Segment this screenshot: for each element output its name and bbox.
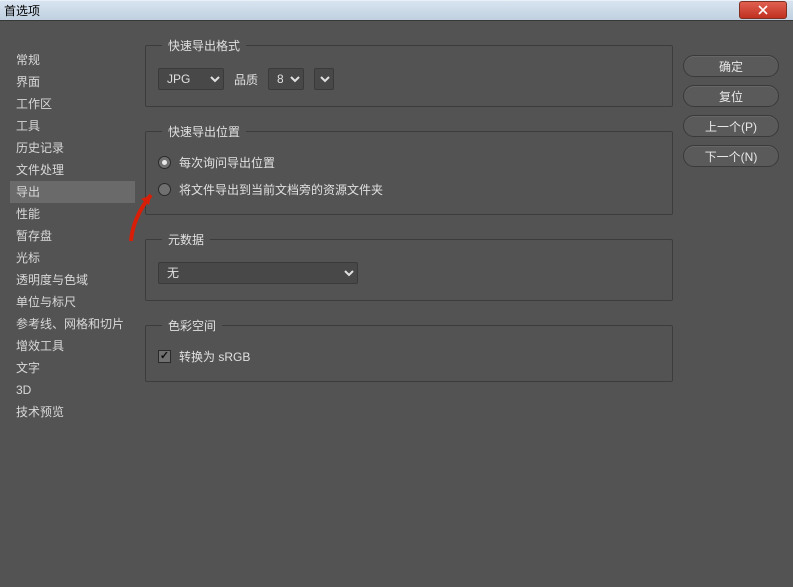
content-panel: 快速导出格式 JPG 品质 85 快速导出位置 每次询问导出位置 将文件导出到当…	[135, 21, 683, 587]
metadata-legend: 元数据	[162, 231, 210, 248]
metadata-select[interactable]: 无	[158, 262, 358, 284]
quick-export-location-panel: 快速导出位置 每次询问导出位置 将文件导出到当前文档旁的资源文件夹	[145, 123, 673, 215]
sidebar-item-workspace[interactable]: 工作区	[10, 93, 135, 115]
sidebar-item-plugins[interactable]: 增效工具	[10, 335, 135, 357]
sidebar: 常规 界面 工作区 工具 历史记录 文件处理 导出 性能 暂存盘 光标 透明度与…	[0, 21, 135, 587]
sidebar-item-filehandling[interactable]: 文件处理	[10, 159, 135, 181]
quick-export-format-legend: 快速导出格式	[162, 37, 246, 54]
convert-to-srgb-checkbox[interactable]	[158, 350, 171, 363]
sidebar-item-guides[interactable]: 参考线、网格和切片	[10, 313, 135, 335]
sidebar-item-interface[interactable]: 界面	[10, 71, 135, 93]
quality-label: 品质	[234, 71, 258, 88]
radio-export-to-assets[interactable]	[158, 183, 171, 196]
format-select[interactable]: JPG	[158, 68, 224, 90]
quality-value[interactable]: 85	[268, 68, 304, 90]
color-space-legend: 色彩空间	[162, 317, 222, 334]
sidebar-item-export[interactable]: 导出	[10, 181, 135, 203]
right-button-panel: 确定 复位 上一个(P) 下一个(N)	[683, 21, 793, 587]
sidebar-item-techpreview[interactable]: 技术预览	[10, 401, 135, 423]
sidebar-item-tools[interactable]: 工具	[10, 115, 135, 137]
window-title: 首选项	[4, 2, 40, 19]
close-button[interactable]	[739, 1, 787, 19]
radio-export-to-assets-label: 将文件导出到当前文档旁的资源文件夹	[179, 181, 383, 198]
titlebar: 首选项	[0, 0, 793, 20]
sidebar-item-units[interactable]: 单位与标尺	[10, 291, 135, 313]
sidebar-item-transparency[interactable]: 透明度与色域	[10, 269, 135, 291]
sidebar-item-scratchdisk[interactable]: 暂存盘	[10, 225, 135, 247]
sidebar-item-3d[interactable]: 3D	[10, 379, 135, 401]
quick-export-format-panel: 快速导出格式 JPG 品质 85	[145, 37, 673, 107]
ok-button[interactable]: 确定	[683, 55, 779, 77]
sidebar-item-history[interactable]: 历史记录	[10, 137, 135, 159]
metadata-panel: 元数据 无	[145, 231, 673, 301]
next-button[interactable]: 下一个(N)	[683, 145, 779, 167]
color-space-panel: 色彩空间 转换为 sRGB	[145, 317, 673, 382]
sidebar-item-general[interactable]: 常规	[10, 49, 135, 71]
convert-to-srgb-label: 转换为 sRGB	[179, 348, 250, 365]
radio-ask-location-label: 每次询问导出位置	[179, 154, 275, 171]
close-icon	[758, 5, 768, 15]
sidebar-item-type[interactable]: 文字	[10, 357, 135, 379]
sidebar-item-performance[interactable]: 性能	[10, 203, 135, 225]
prev-button[interactable]: 上一个(P)	[683, 115, 779, 137]
quality-stepper[interactable]	[314, 68, 334, 90]
main-area: 常规 界面 工作区 工具 历史记录 文件处理 导出 性能 暂存盘 光标 透明度与…	[0, 20, 793, 587]
reset-button[interactable]: 复位	[683, 85, 779, 107]
sidebar-item-cursor[interactable]: 光标	[10, 247, 135, 269]
quick-export-location-legend: 快速导出位置	[162, 123, 246, 140]
radio-ask-location[interactable]	[158, 156, 171, 169]
